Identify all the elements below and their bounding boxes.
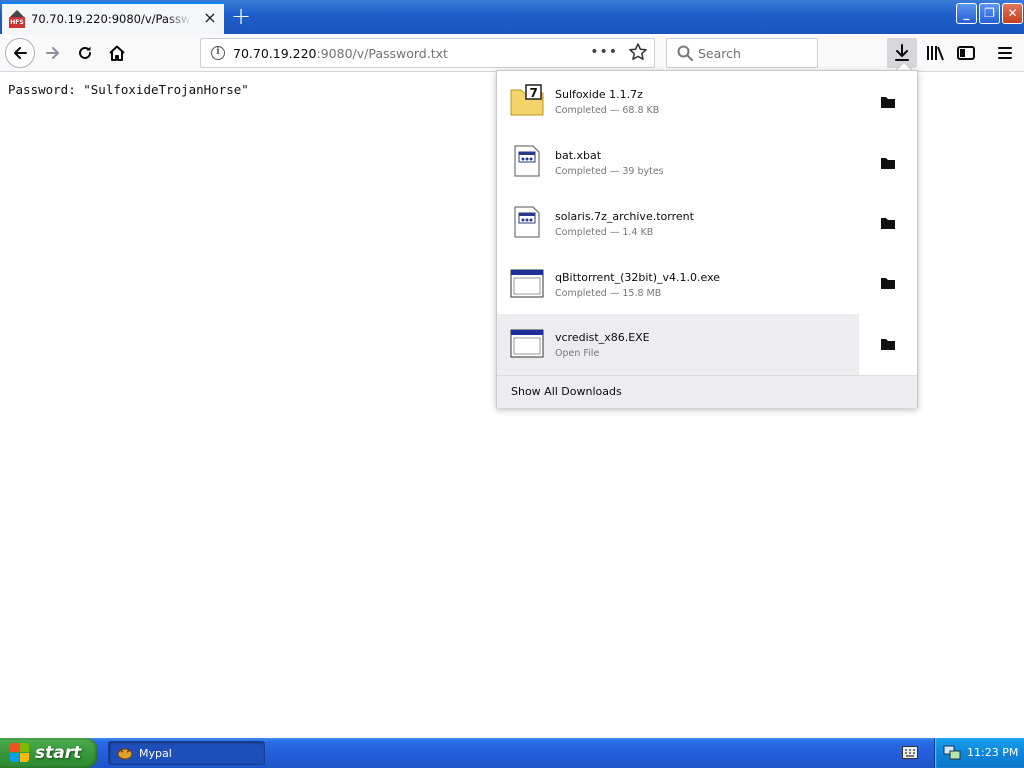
download-item[interactable]: 7 Sulfoxide 1.1.7z Completed — 68.8 KB — [497, 71, 859, 132]
sidebar-button[interactable] — [951, 38, 981, 68]
tab-title: 70.70.19.220:9080/v/Password.txt — [31, 12, 191, 26]
download-status: Open File — [555, 348, 600, 359]
open-folder-icon[interactable] — [880, 337, 896, 351]
arrow-right-icon — [46, 47, 59, 59]
new-tab-button[interactable]: + — [228, 4, 254, 30]
open-folder-icon[interactable] — [880, 156, 896, 170]
executable-icon — [510, 269, 544, 298]
hfs-favicon-icon: HFS — [8, 10, 26, 28]
forward-button[interactable] — [38, 38, 68, 68]
show-all-downloads-button[interactable]: Show All Downloads — [497, 375, 917, 408]
site-info-icon[interactable]: i — [211, 46, 225, 60]
network-icon[interactable] — [943, 745, 961, 761]
system-tray: 11:23 PM — [934, 738, 1024, 768]
back-button[interactable] — [5, 38, 35, 68]
menu-button[interactable] — [990, 38, 1020, 68]
open-folder-icon[interactable] — [880, 276, 896, 290]
minimize-button[interactable]: _ — [956, 3, 977, 24]
download-name: qBittorrent_(32bit)_v4.1.0.exe — [555, 271, 721, 284]
download-status: Completed — 39 bytes — [555, 166, 664, 177]
active-tab[interactable]: HFS 70.70.19.220:9080/v/Password.txt × — [2, 2, 224, 34]
page-actions-icon[interactable]: ••• — [590, 44, 618, 60]
svg-text:7: 7 — [530, 86, 538, 100]
search-bar[interactable]: Search — [666, 38, 818, 68]
open-folder-icon[interactable] — [880, 216, 896, 230]
windows-logo-icon — [10, 743, 30, 763]
title-bar: HFS 70.70.19.220:9080/v/Password.txt × +… — [0, 0, 1024, 34]
download-item[interactable]: solaris.7z_archive.torrent Completed — 1… — [497, 193, 859, 254]
reload-icon — [79, 46, 91, 59]
url-host: 70.70.19.220 — [233, 45, 317, 61]
executable-icon — [510, 329, 544, 358]
download-arrow-icon — [895, 44, 909, 61]
generic-file-icon — [514, 206, 540, 238]
url-text[interactable]: 70.70.19.220:9080/v/Password.txt — [233, 46, 448, 61]
7z-archive-icon: 7 — [510, 84, 544, 116]
download-item[interactable]: qBittorrent_(32bit)_v4.1.0.exe Completed… — [497, 254, 859, 315]
download-item[interactable]: bat.xbat Completed — 39 bytes — [497, 132, 859, 193]
search-input[interactable]: Search — [698, 46, 741, 61]
download-item[interactable]: vcredist_x86.EXE Open File — [497, 314, 859, 375]
downloads-panel: 7 Sulfoxide 1.1.7z Completed — 68.8 KB b… — [496, 70, 918, 408]
taskbar-clock[interactable]: 11:23 PM — [967, 746, 1018, 759]
download-name: vcredist_x86.EXE — [555, 331, 650, 344]
download-status: Completed — 15.8 MB — [555, 288, 662, 299]
download-status: Completed — 68.8 KB — [555, 105, 660, 116]
hamburger-menu-icon — [998, 47, 1012, 59]
navigation-toolbar: i 70.70.19.220:9080/v/Password.txt ••• S… — [0, 34, 1024, 72]
taskbar-item-mypal[interactable]: Mypal — [108, 741, 265, 765]
maximize-button[interactable]: ❐ — [979, 3, 1000, 24]
library-icon — [927, 46, 944, 61]
show-all-downloads-label: Show All Downloads — [511, 385, 622, 398]
arrow-left-icon — [14, 47, 27, 59]
library-button[interactable] — [920, 38, 950, 68]
download-name: Sulfoxide 1.1.7z — [555, 88, 643, 101]
close-window-button[interactable]: ✕ — [1002, 3, 1023, 24]
taskbar: start Mypal 11:23 PM — [0, 738, 1024, 768]
tab-close-icon[interactable]: × — [202, 10, 218, 26]
generic-file-icon — [514, 145, 540, 177]
open-folder-icon[interactable] — [880, 95, 896, 109]
reload-button[interactable] — [70, 38, 100, 68]
password-text: Password: "SulfoxideTrojanHorse" — [8, 82, 249, 97]
mypal-icon — [117, 748, 133, 760]
star-icon[interactable] — [628, 42, 648, 62]
download-name: solaris.7z_archive.torrent — [555, 210, 694, 223]
download-name: bat.xbat — [555, 149, 602, 162]
start-button[interactable]: start — [0, 738, 98, 768]
download-status: Completed — 1.4 KB — [555, 227, 654, 238]
home-button[interactable] — [102, 38, 132, 68]
url-path: :9080/v/Password.txt — [316, 45, 448, 61]
start-label: start — [35, 743, 82, 763]
url-bar[interactable]: i 70.70.19.220:9080/v/Password.txt ••• — [200, 38, 655, 68]
search-icon — [677, 45, 693, 61]
taskbar-item-label: Mypal — [139, 746, 172, 760]
keyboard-icon[interactable] — [902, 746, 918, 759]
home-icon — [109, 45, 125, 61]
sidebar-icon — [957, 46, 975, 60]
